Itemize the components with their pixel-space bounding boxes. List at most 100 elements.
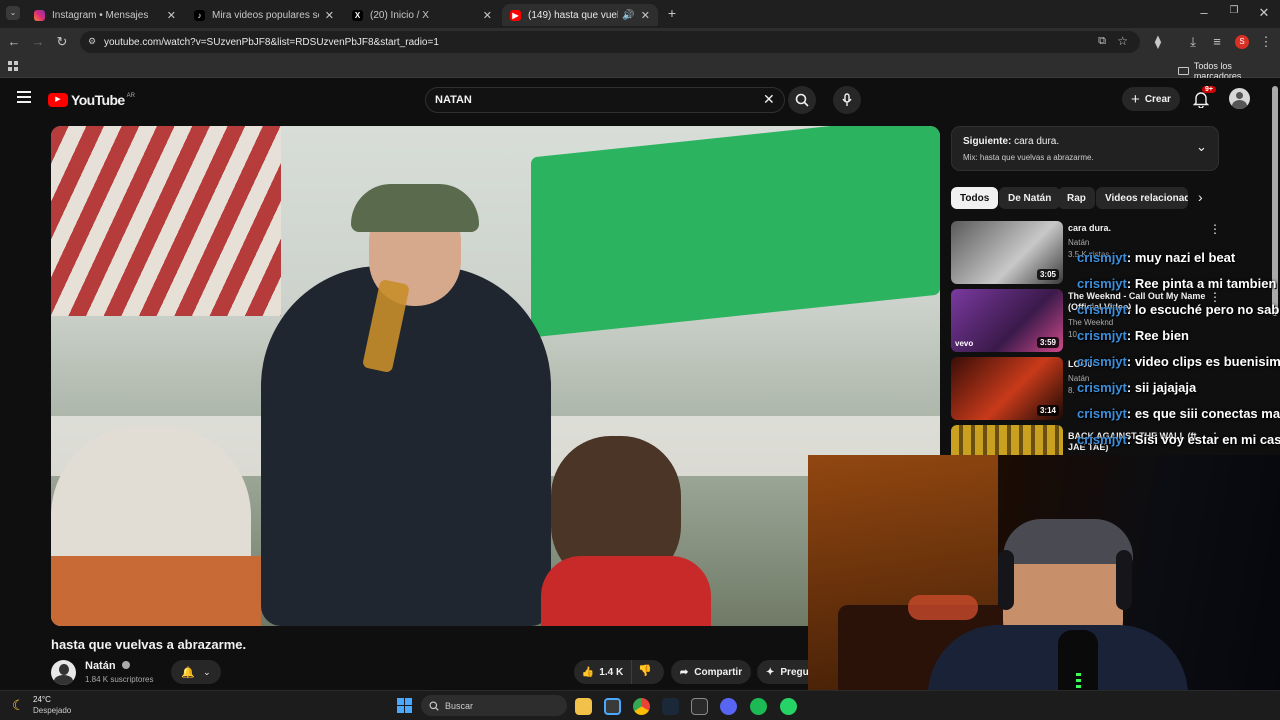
steam-icon[interactable] [662,698,679,715]
duration-badge: 3:05 [1036,269,1059,280]
rec-title: The Weeknd - Call Out My Name [1068,291,1206,301]
epic-games-icon[interactable] [691,698,708,715]
discord-icon[interactable] [720,698,737,715]
chip-videos-relacionados[interactable]: Videos relacionado [1096,187,1188,209]
taskbar-search[interactable]: Buscar [421,695,567,716]
tab-tiktok[interactable]: ♪ Mira videos populares seleccionados ✕ [186,4,342,26]
chat-text: : muy nazi el beat [1126,250,1236,265]
reload-icon[interactable]: ↻ [54,34,70,50]
media-controls-icon[interactable]: ≡ [1209,34,1225,49]
speaker-icon[interactable]: 🔊 [622,10,634,21]
restore-button[interactable]: ❐ [1226,5,1242,16]
more-options-icon[interactable]: ⋮ [1209,222,1221,236]
new-tab-button[interactable]: + [664,5,680,21]
close-icon[interactable]: ✕ [167,9,176,22]
search-button[interactable] [788,86,816,114]
channel-name-text: Natán [85,660,116,672]
install-app-icon[interactable]: ⧉ [1098,35,1106,48]
chat-message: crismjyt: lo escuché pero no sabía [1077,302,1280,317]
site-info-icon[interactable]: ⚙ [88,36,96,47]
tab-title: Instagram • Mensajes [52,9,149,21]
subscription-bell-button[interactable]: 🔔 ⌄ [171,660,221,684]
bell-icon: 🔔 [181,666,196,679]
tab-youtube[interactable]: ▶ (149) hasta que vuelvas a abrazarme. 🔊… [502,4,658,26]
file-explorer-icon[interactable] [575,698,592,715]
search-input[interactable]: NATAN [425,87,785,113]
like-button[interactable]: 👍 1.4 K [574,660,632,684]
chip-de-natan[interactable]: De Natán [999,187,1061,209]
chevron-right-icon[interactable]: › [1198,189,1203,205]
windows-start-button[interactable] [397,698,412,713]
url-text: youtube.com/watch?v=SUzvenPbJF8&list=RDS… [104,36,439,48]
url-bar[interactable]: ⚙ youtube.com/watch?v=SUzvenPbJF8&list=R… [80,31,1140,53]
dislike-button[interactable]: 👎 [638,664,652,677]
apps-grid-icon[interactable] [8,61,18,71]
downloads-icon[interactable]: ⤓ [1185,34,1201,50]
share-button[interactable]: ➦ Compartir [671,660,751,684]
video-player[interactable] [51,126,940,626]
tiktok-icon: ♪ [194,9,205,21]
minimize-button[interactable]: – [1196,5,1212,20]
channel-name[interactable]: Natán [85,660,130,672]
browser-address-bar: ← → ↻ ⚙ youtube.com/watch?v=SUzvenPbJF8&… [0,28,1280,56]
chat-text: : Sisi voy estar en mi casa [1126,432,1280,447]
hamburger-menu-icon[interactable] [17,91,31,103]
bookmark-star-icon[interactable]: ☆ [1117,34,1128,48]
folder-icon [1178,67,1189,75]
green-sign-graphic [531,126,940,338]
person-hoodie-graphic [261,266,551,626]
weather-description[interactable]: Despejado [33,706,71,715]
youtube-logo[interactable]: ▶ YouTube AR [48,92,135,108]
whatsapp-icon[interactable] [780,698,797,715]
chrome-icon[interactable] [633,698,650,715]
chat-text: : Ree pinta a mi tambien [1126,276,1277,291]
clear-search-icon[interactable]: ✕ [763,91,775,108]
tab-x[interactable]: X (20) Inicio / X ✕ [344,4,500,26]
store-icon[interactable] [604,698,621,715]
extensions-icon[interactable]: ⧫ [1150,34,1166,50]
awning-graphic [51,126,281,316]
profile-avatar[interactable]: S [1235,35,1249,49]
tab-title: (20) Inicio / X [370,9,429,21]
weather-temperature[interactable]: 24°C [33,695,51,704]
chat-text: : video clips es buenisimo [1126,354,1280,369]
notifications-button[interactable]: 9+ [1192,86,1216,109]
ask-label: Pregu [780,666,809,678]
tab-instagram[interactable]: Instagram • Mensajes ✕ [26,4,184,26]
chip-rap[interactable]: Rap [1058,187,1095,209]
instagram-icon [34,9,45,21]
forward-icon[interactable]: → [30,34,46,49]
recommendation-item[interactable]: vevo 3:59 The Weeknd - Call Out My Name … [951,289,1261,353]
video-thumbnail: 3:05 [951,221,1063,284]
taskbar-search-label: Buscar [445,700,474,711]
chat-message: crismjyt: es que siii conectas mas [1077,406,1280,421]
chevron-down-icon[interactable]: ⌄ [1196,139,1207,155]
play-logo-icon: ▶ [48,93,68,107]
window-close-button[interactable]: ✕ [1256,5,1272,21]
duration-badge: 3:14 [1036,405,1059,416]
create-button[interactable]: + Crear [1122,87,1180,111]
close-icon[interactable]: ✕ [483,9,492,22]
spotify-icon[interactable] [750,698,767,715]
menu-kebab-icon[interactable]: ⋮ [1258,34,1274,50]
thumbs-up-icon: 👍 [581,666,595,678]
back-icon[interactable]: ← [6,34,22,49]
voice-search-button[interactable] [833,86,861,114]
tab-search-button[interactable]: ⌄ [6,6,20,20]
close-icon[interactable]: ✕ [325,9,334,22]
next-label: Siguiente: [963,136,1012,147]
region-code: AR [126,92,135,99]
close-icon[interactable]: ✕ [641,9,650,22]
plus-icon: + [1131,90,1140,108]
logo-text: YouTube [71,92,125,108]
next-title: cara dura. [1014,136,1060,147]
youtube-icon: ▶ [510,9,521,21]
chip-todos[interactable]: Todos [951,187,999,209]
video-thumbnail: vevo 3:59 [951,289,1063,352]
share-label: Compartir [694,666,743,678]
chat-user: crismjyt [1077,250,1127,265]
mix-playlist-panel[interactable]: Siguiente: cara dura. Mix: hasta que vue… [951,126,1219,171]
rec-meta: 10 [1068,330,1077,339]
account-avatar[interactable] [1229,88,1250,109]
channel-avatar[interactable] [51,660,76,685]
